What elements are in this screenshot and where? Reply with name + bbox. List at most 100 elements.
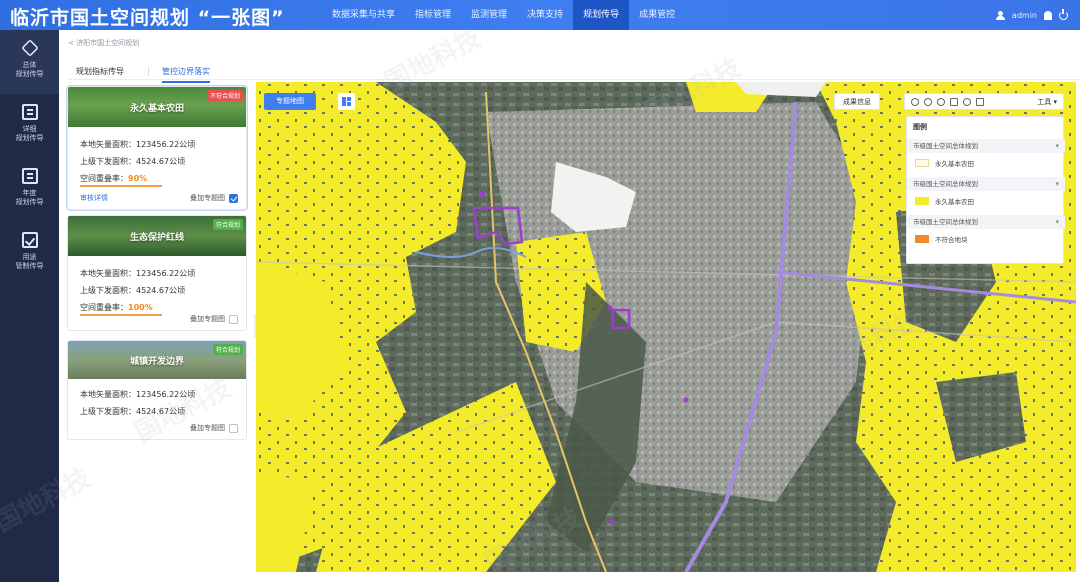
sidebar-label: 总体 (22, 61, 37, 69)
area-row: 本地矢量面积：123456.22公顷 (80, 268, 195, 279)
swatch-icon (915, 235, 929, 243)
overlap-underline (80, 314, 162, 316)
card-urban-boundary[interactable]: 城镇开发边界 符合规划 本地矢量面积：123456.22公顷 上级下发面积：45… (67, 340, 247, 440)
chevron-down-icon: ▾ (1055, 180, 1059, 188)
bell-icon[interactable] (1044, 10, 1052, 20)
map-legend: 图例 市级国土空间总体规划 ▾ 永久基本农田 市级国土空间总体规划 ▾ 永久基本… (906, 116, 1065, 264)
sidebar-label: 用途 (22, 253, 37, 261)
sidebar-label: 年度 (22, 189, 37, 197)
tab-divider (148, 67, 149, 76)
status-badge: 不符合规划 (206, 90, 243, 101)
overlay-checkbox[interactable] (229, 193, 238, 203)
tab-boundary-control[interactable]: 管控边界落实 (162, 66, 210, 83)
tab-indicator-transmission[interactable]: 规划指标传导 (76, 66, 124, 77)
legend-item-label: 永久基本农田 (935, 160, 974, 168)
delete-icon[interactable] (976, 97, 984, 106)
sidebar-item-annual-plan[interactable]: 年度 规划传导 (0, 158, 59, 222)
legend-section-name: 市级国土空间总体规划 (913, 218, 978, 226)
legend-section[interactable]: 市级国土空间总体规划 ▾ (907, 177, 1065, 191)
overlay-label: 叠加专题图 (190, 424, 225, 432)
nav-item-data-sharing[interactable]: 数据采集与共享 (322, 0, 405, 30)
overlap-value: 100% (128, 303, 153, 312)
map-view[interactable]: 专题地图 成果信息 工具 ▾ 图例 市级国土空间总体规划 ▾ 永久基本农田 市级… (256, 82, 1076, 572)
issued-row: 上级下发面积：4524.67公顷 (80, 406, 185, 417)
area-row: 本地矢量面积：123456.22公顷 (80, 139, 195, 150)
main-nav: 数据采集与共享 指标管理 监测管理 决策支持 规划传导 成果管控 (322, 0, 685, 30)
nav-item-plan-transmission[interactable]: 规划传导 (573, 0, 630, 30)
legend-title: 图例 (913, 123, 927, 131)
print-icon[interactable] (963, 97, 971, 106)
user-icon (995, 10, 1005, 20)
sidebar-item-master-plan[interactable]: 总体 规划传导 (0, 30, 59, 94)
zoom-out-icon[interactable] (937, 97, 945, 106)
power-icon[interactable] (1059, 8, 1068, 20)
download-icon[interactable] (950, 97, 958, 106)
list-icon (21, 168, 38, 184)
top-header: 临沂市国土空间规划 “一张图” 数据采集与共享 指标管理 监测管理 决策支持 规… (0, 0, 1080, 30)
sidebar-label: 详细 (22, 125, 37, 133)
card-permanent-farmland[interactable]: 永久基本农田 不符合规划 本地矢量面积：123456.22公顷 上级下发面积：4… (67, 86, 247, 210)
legend-section-name: 市级国土空间总体规划 (913, 180, 978, 188)
issued-value: 4524.67公顷 (136, 157, 186, 166)
issued-value: 4524.67公顷 (136, 286, 186, 295)
overlay-toggle[interactable]: 叠加专题图 (190, 193, 238, 203)
breadcrumb[interactable]: < 济阳市国土空间规划 (68, 38, 139, 48)
overlap-label: 空间重叠率： (80, 303, 128, 312)
layout-toggle-icon[interactable] (338, 93, 355, 110)
legend-section[interactable]: 市级国土空间总体规划 ▾ (907, 215, 1065, 229)
swatch-icon (915, 159, 929, 167)
overlay-toggle[interactable]: 叠加专题图 (190, 314, 238, 324)
area-value: 123456.22公顷 (136, 390, 196, 399)
legend-section[interactable]: 市级国土空间总体规划 ▾ (907, 139, 1065, 153)
user-area: admin (995, 0, 1068, 30)
app-title: 临沂市国土空间规划 “一张图” (10, 7, 285, 29)
left-sidebar: 总体 规划传导 详细 规划传导 年度 规划传导 用途 管制传导 (0, 30, 59, 582)
sidebar-label: 管制传导 (15, 262, 44, 270)
sidebar-label: 规划传导 (15, 70, 44, 78)
overlay-toggle[interactable]: 叠加专题图 (190, 423, 238, 433)
status-badge: 符合规划 (212, 219, 243, 230)
hand-pan-icon[interactable] (911, 97, 919, 106)
map-toolbar: 工具 ▾ (904, 93, 1064, 110)
issued-label: 上级下发面积： (80, 407, 136, 416)
result-info-button[interactable]: 成果信息 (834, 93, 880, 110)
sidebar-label: 规划传导 (15, 134, 44, 142)
card-banner: 永久基本农田 不符合规划 (68, 87, 246, 127)
legend-item-label: 永久基本农田 (935, 198, 974, 206)
tab-bar: 规划指标传导 管控边界落实 (68, 60, 1080, 83)
issued-row: 上级下发面积：4524.67公顷 (80, 156, 185, 167)
topic-map-button[interactable]: 专题地图 (264, 93, 316, 110)
card-title: 生态保护红线 (129, 233, 184, 243)
card-banner: 城镇开发边界 符合规划 (68, 341, 246, 379)
legend-section-name: 市级国土空间总体规划 (913, 142, 978, 150)
nav-item-indicator[interactable]: 指标管理 (405, 0, 461, 30)
document-icon (21, 104, 38, 120)
overlap-row: 空间重叠率：90% (80, 173, 147, 184)
nav-item-monitoring[interactable]: 监测管理 (461, 0, 517, 30)
zoom-in-icon[interactable] (924, 97, 932, 106)
legend-row: 永久基本农田 (915, 158, 974, 168)
issued-label: 上级下发面积： (80, 157, 136, 166)
area-value: 123456.22公顷 (136, 269, 196, 278)
checklist-icon (21, 232, 38, 248)
user-name[interactable]: admin (1012, 11, 1037, 20)
card-banner: 生态保护红线 符合规划 (68, 216, 246, 256)
area-label: 本地矢量面积： (80, 269, 136, 278)
issued-label: 上级下发面积： (80, 286, 136, 295)
overlay-label: 叠加专题图 (190, 194, 225, 202)
swatch-icon (915, 197, 929, 205)
tools-dropdown[interactable]: 工具 ▾ (1037, 97, 1057, 107)
review-details-link[interactable]: 审核详情 (80, 193, 108, 203)
issued-row: 上级下发面积：4524.67公顷 (80, 285, 185, 296)
sidebar-label: 规划传导 (15, 198, 44, 206)
nav-item-results[interactable]: 成果管控 (629, 0, 685, 30)
overlay-checkbox[interactable] (229, 314, 238, 324)
overlay-label: 叠加专题图 (190, 315, 225, 323)
sidebar-item-use-control[interactable]: 用途 管制传导 (0, 222, 59, 286)
area-label: 本地矢量面积： (80, 140, 136, 149)
nav-item-decision[interactable]: 决策支持 (517, 0, 573, 30)
sidebar-item-detailed-plan[interactable]: 详细 规划传导 (0, 94, 59, 158)
legend-row: 不符合地块 (915, 234, 968, 244)
card-ecological-redline[interactable]: 生态保护红线 符合规划 本地矢量面积：123456.22公顷 上级下发面积：45… (67, 215, 247, 331)
overlay-checkbox[interactable] (229, 423, 238, 433)
